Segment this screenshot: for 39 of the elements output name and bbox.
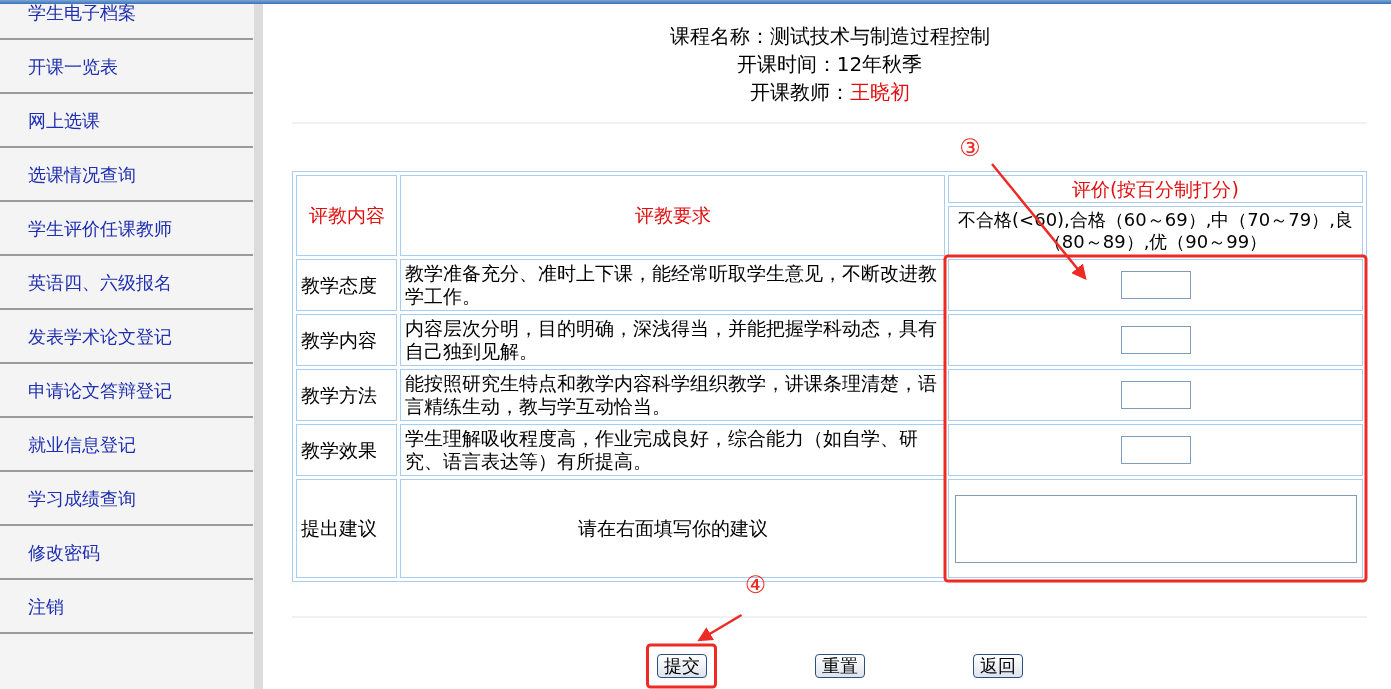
aspect-cell: 教学态度 — [296, 259, 397, 311]
sidebar-link[interactable]: 学生电子档案 — [0, 4, 253, 40]
sidebar-link[interactable]: 英语四、六级报名 — [0, 256, 253, 310]
sidebar-link[interactable]: 开课一览表 — [0, 40, 253, 94]
requirement-cell: 教学准备充分、准时上下课，能经常听取学生意见，不断改进教学工作。 — [400, 259, 945, 311]
column-header: 评价(按百分制打分) — [948, 175, 1363, 203]
column-header: 评教要求 — [400, 175, 945, 256]
score-input[interactable] — [1120, 271, 1191, 299]
column-header: 评教内容 — [296, 175, 397, 256]
sidebar-link[interactable]: 就业信息登记 — [0, 418, 253, 472]
requirement-cell: 能按照研究生特点和教学内容科学组织教学，讲课条理清楚，语言精练生动，教与学互动恰当。 — [400, 369, 945, 421]
annotation-arrow — [697, 613, 743, 642]
teacher-label: 开课教师： — [749, 80, 850, 104]
form-button[interactable]: 重置 — [814, 654, 865, 678]
course-name-text: 课程名称：测试技术与制造过程控制 — [668, 23, 991, 50]
aspect-cell: 提出建议 — [296, 479, 397, 578]
aspect-cell: 教学方法 — [296, 369, 397, 421]
annotation-number: ③ — [959, 134, 981, 162]
sidebar-link[interactable]: 学习成绩查询 — [0, 472, 253, 526]
score-input[interactable] — [1120, 326, 1191, 354]
sidebar-link[interactable]: 注销 — [0, 580, 253, 634]
aspect-cell: 教学效果 — [296, 424, 397, 476]
sidebar-link[interactable]: 发表学术论文登记 — [0, 310, 253, 364]
form-button[interactable]: 提交 — [656, 654, 707, 678]
form-button[interactable]: 返回 — [972, 654, 1023, 678]
sidebar-link[interactable]: 选课情况查询 — [0, 148, 253, 202]
sidebar-link[interactable]: 修改密码 — [0, 526, 253, 580]
sidebar-link[interactable]: 学生评价任课教师 — [0, 202, 253, 256]
course-time-text: 开课时间：12年秋季 — [735, 51, 924, 78]
sidebar-link[interactable]: 网上选课 — [0, 94, 253, 148]
suggestion-field[interactable] — [954, 494, 1357, 563]
sidebar-link[interactable]: 申请论文答辩登记 — [0, 364, 253, 418]
highlight-frame — [646, 643, 717, 689]
score-input[interactable] — [1120, 381, 1191, 409]
requirement-cell: 学生理解吸收程度高，作业完成良好，综合能力（如自学、研究、语言表达等）有所提高。 — [400, 424, 945, 476]
aspect-cell: 教学内容 — [296, 314, 397, 366]
score-input[interactable] — [1120, 436, 1191, 464]
teacher-name: 王晓初 — [849, 80, 910, 104]
requirement-cell: 内容层次分明，目的明确，深浅得当，并能把握学科动态，具有自己独到见解。 — [400, 314, 945, 366]
